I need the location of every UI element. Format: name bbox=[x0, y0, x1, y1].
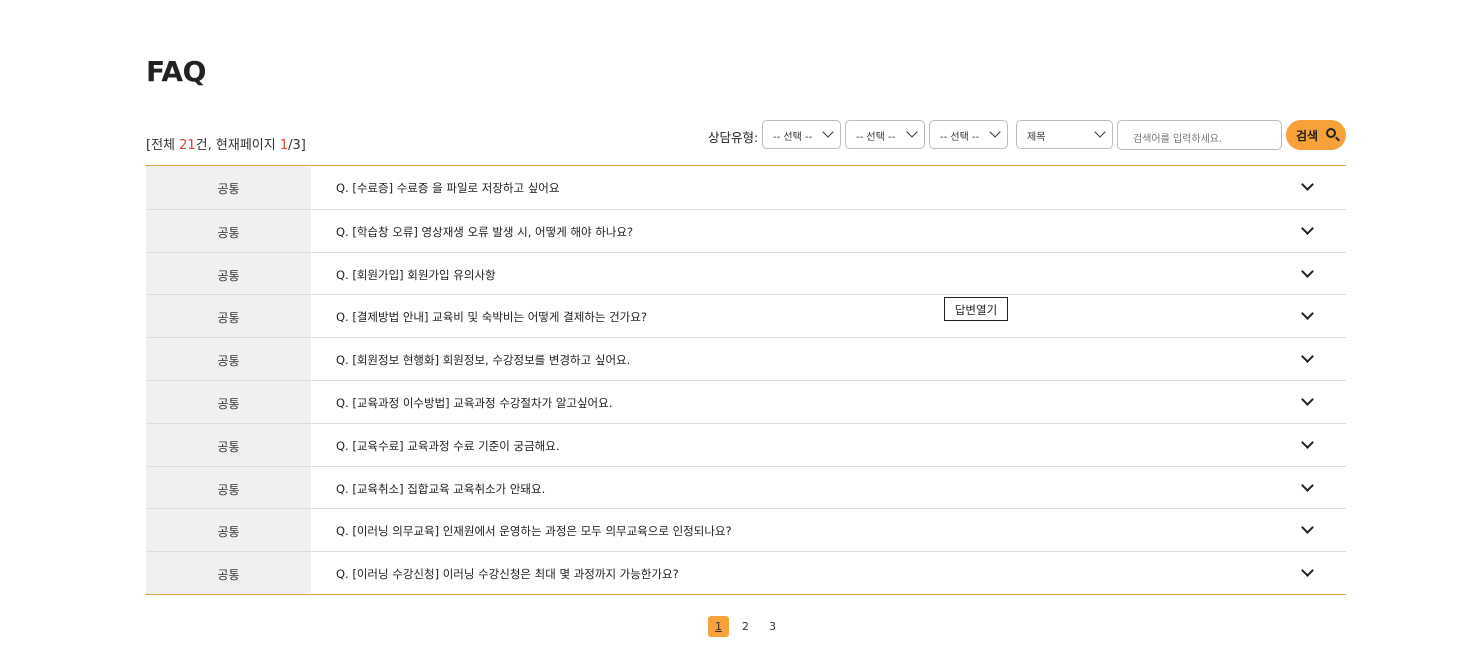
faq-row[interactable]: 공통 Q. [교육수료] 교육과정 수료 기준이 궁금해요. bbox=[146, 422, 1346, 466]
chevron-down-icon[interactable] bbox=[1301, 521, 1314, 535]
faq-category: 공통 bbox=[146, 466, 311, 509]
page-link-1[interactable]: 1 bbox=[708, 616, 729, 637]
faq-question[interactable]: Q. [학습창 오류] 영상재생 오류 발생 시, 어떻게 해야 하나요? bbox=[336, 224, 633, 240]
faq-question[interactable]: Q. [교육수료] 교육과정 수료 기준이 궁금해요. bbox=[336, 438, 559, 454]
faq-row[interactable]: 공통 Q. [교육과정 이수방법] 교육과정 수강절차가 알고싶어요. bbox=[146, 379, 1346, 423]
result-summary: [전체 21건, 현재페이지 1/3] bbox=[146, 138, 306, 153]
faq-category: 공통 bbox=[146, 509, 311, 552]
chevron-down-icon[interactable] bbox=[1301, 478, 1314, 492]
search-button[interactable]: 검색 bbox=[1286, 120, 1346, 150]
faq-question[interactable]: Q. [회원정보 현행화] 회원정보, 수강정보를 변경하고 싶어요. bbox=[336, 352, 630, 368]
search-bar: 상담유형: -- 선택 -- -- 선택 -- -- 선택 -- 제목 검색 bbox=[700, 120, 1346, 150]
faq-row[interactable]: 공통 Q. [회원정보 현행화] 회원정보, 수강정보를 변경하고 싶어요. bbox=[146, 337, 1346, 380]
tooltip-open-answer: 답변열기 bbox=[944, 297, 1008, 321]
faq-row[interactable]: 공통 Q. [회원가입] 회원가입 유의사항 bbox=[146, 251, 1346, 295]
chevron-down-icon bbox=[906, 126, 918, 138]
page-title: FAQ bbox=[146, 55, 206, 88]
faq-category: 공통 bbox=[146, 252, 311, 295]
faq-question[interactable]: Q. [수료증] 수료증 을 파일로 저장하고 싶어요 bbox=[336, 180, 559, 196]
faq-question[interactable]: Q. [이러닝 수강신청] 이러닝 수강신청은 최대 몇 과정까지 가능한가요? bbox=[336, 566, 679, 582]
faq-category: 공통 bbox=[146, 380, 311, 423]
faq-list: 공통 Q. [수료증] 수료증 을 파일로 저장하고 싶어요 공통 Q. [학습창 오… bbox=[146, 165, 1346, 595]
chevron-down-icon bbox=[1094, 126, 1106, 138]
chevron-down-icon[interactable] bbox=[1301, 564, 1314, 578]
page-link-2[interactable]: 2 bbox=[735, 616, 756, 637]
chevron-down-icon[interactable] bbox=[1301, 178, 1314, 191]
chevron-down-icon[interactable] bbox=[1301, 393, 1314, 406]
faq-question[interactable]: Q. [교육과정 이수방법] 교육과정 수강절차가 알고싶어요. bbox=[336, 395, 612, 411]
chevron-down-icon[interactable] bbox=[1301, 350, 1314, 364]
faq-category: 공통 bbox=[146, 166, 311, 209]
consult-type-select-3[interactable]: -- 선택 -- bbox=[929, 120, 1008, 149]
faq-category: 공통 bbox=[146, 295, 311, 338]
total-count: 21 bbox=[179, 138, 196, 153]
faq-row[interactable]: 공통 Q. [이러닝 수강신청] 이러닝 수강신청은 최대 몇 과정까지 가능한가… bbox=[146, 551, 1346, 594]
chevron-down-icon[interactable] bbox=[1301, 221, 1314, 235]
faq-category: 공통 bbox=[146, 552, 311, 594]
faq-row[interactable]: 공통 Q. [결제방법 안내] 교육비 및 숙박비는 어떻게 결제하는 건가요? bbox=[146, 294, 1346, 338]
chevron-down-icon[interactable] bbox=[1301, 435, 1314, 449]
consult-type-select-2[interactable]: -- 선택 -- bbox=[845, 120, 925, 149]
faq-question[interactable]: Q. [결제방법 안내] 교육비 및 숙박비는 어떻게 결제하는 건가요? bbox=[336, 309, 647, 325]
search-field-select[interactable]: 제목 bbox=[1016, 120, 1113, 149]
search-input[interactable] bbox=[1117, 120, 1282, 150]
page-link-3[interactable]: 3 bbox=[762, 616, 783, 637]
faq-category: 공통 bbox=[146, 338, 311, 380]
faq-question[interactable]: Q. [회원가입] 회원가입 유의사항 bbox=[336, 267, 496, 283]
faq-row[interactable]: 공통 Q. [수료증] 수료증 을 파일로 저장하고 싶어요 bbox=[146, 166, 1346, 209]
consult-type-label: 상담유형: bbox=[708, 130, 759, 145]
current-page: 1 bbox=[279, 138, 289, 153]
chevron-down-icon[interactable] bbox=[1301, 307, 1314, 321]
faq-question[interactable]: Q. [교육취소] 집합교육 교육취소가 안돼요. bbox=[336, 481, 545, 497]
faq-category: 공통 bbox=[146, 209, 311, 252]
faq-question[interactable]: Q. [이러닝 의무교육] 인재원에서 운영하는 과정은 모두 의무교육으로 인… bbox=[336, 523, 732, 539]
faq-row[interactable]: 공통 Q. [학습창 오류] 영상재생 오류 발생 시, 어떻게 해야 하나요? bbox=[146, 208, 1346, 252]
consult-type-select-1[interactable]: -- 선택 -- bbox=[762, 120, 841, 149]
chevron-down-icon bbox=[822, 126, 834, 138]
faq-row[interactable]: 공통 Q. [교육취소] 집합교육 교육취소가 안돼요. bbox=[146, 465, 1346, 509]
faq-category: 공통 bbox=[146, 423, 311, 466]
faq-row[interactable]: 공통 Q. [이러닝 의무교육] 인재원에서 운영하는 과정은 모두 의무교육으로… bbox=[146, 508, 1346, 552]
chevron-down-icon[interactable] bbox=[1301, 264, 1314, 278]
search-icon bbox=[1326, 128, 1336, 138]
chevron-down-icon bbox=[989, 126, 1001, 138]
